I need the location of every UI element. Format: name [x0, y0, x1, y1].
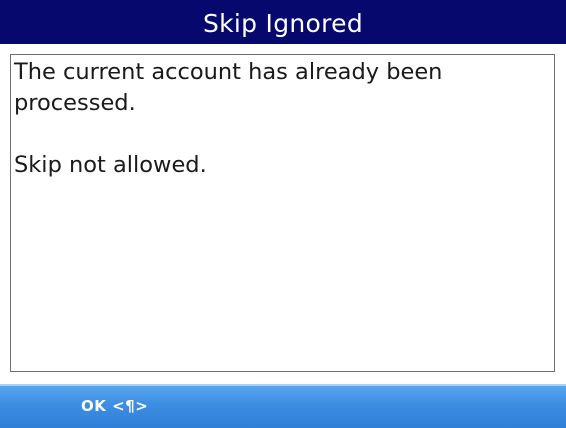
dialog-title: Skip Ignored	[202, 8, 364, 38]
message-text-line-3: Skip not allowed.	[14, 152, 207, 178]
ok-softkey-button[interactable]: OK <¶>	[81, 397, 148, 415]
title-bar: Skip Ignored	[0, 0, 566, 44]
message-text-line-1: The current account has already been	[14, 59, 443, 85]
message-box: The current account has already been pro…	[10, 54, 555, 372]
message-spacer	[14, 119, 554, 150]
message-text-line-2: processed.	[14, 90, 136, 116]
softkey-bar: OK <¶>	[0, 384, 566, 428]
skip-ignored-screen: Skip Ignored The current account has alr…	[0, 0, 566, 428]
